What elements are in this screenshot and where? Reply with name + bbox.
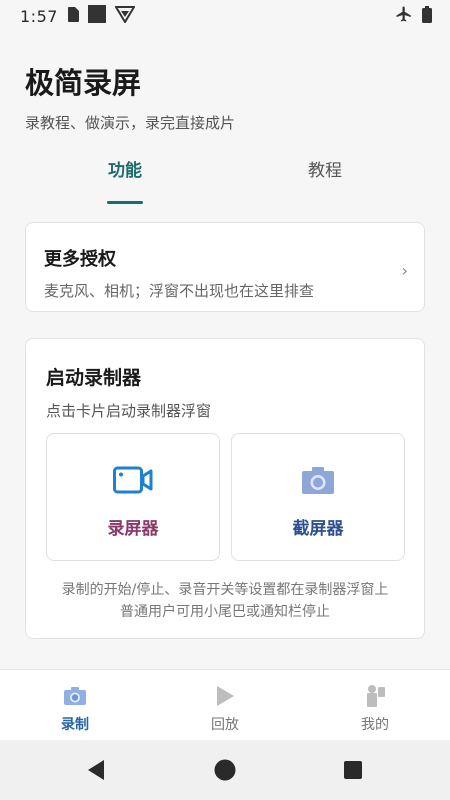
- vpn-shield-icon: [114, 5, 136, 27]
- back-icon[interactable]: [66, 740, 126, 800]
- recorder-description: 点击卡片启动录制器浮窗: [46, 402, 212, 420]
- permissions-description: 麦克风、相机；浮窗不出现也在这里排查: [44, 282, 315, 300]
- nav-profile-label: 我的: [361, 717, 389, 733]
- camera-icon: [301, 464, 335, 496]
- app-title: 极简录屏: [25, 66, 142, 100]
- sim-card-icon: [67, 6, 79, 26]
- play-icon: [215, 684, 235, 708]
- battery-icon: [422, 5, 432, 27]
- recents-icon[interactable]: [323, 740, 383, 800]
- chevron-right-icon: ›: [401, 261, 408, 280]
- camera-icon: [63, 684, 87, 708]
- video-camera-icon: [113, 464, 153, 496]
- system-nav-bar: [0, 740, 450, 800]
- tab-tutorials[interactable]: 教程: [265, 156, 385, 204]
- nav-profile[interactable]: 我的: [300, 670, 450, 741]
- nav-playback-label: 回放: [211, 717, 239, 733]
- screenshot-label: 截屏器: [292, 519, 344, 539]
- recorder-card: 启动录制器 点击卡片启动录制器浮窗 录屏器 截屏器 录制的开始/停止、录音开关等…: [25, 338, 425, 639]
- nav-record[interactable]: 录制: [0, 670, 150, 741]
- screenshot-tile[interactable]: 截屏器: [231, 433, 405, 561]
- recorder-note-line1: 录制的开始/停止、录音开关等设置都在录制器浮窗上: [61, 582, 389, 598]
- home-icon[interactable]: [195, 740, 255, 800]
- airplane-mode-icon: [395, 5, 413, 27]
- screen-recorder-tile[interactable]: 录屏器: [46, 433, 220, 561]
- tab-features-label: 功能: [108, 161, 142, 181]
- app-subtitle: 录教程、做演示，录完直接成片: [25, 114, 236, 132]
- status-left: 1:57: [20, 5, 136, 27]
- status-time: 1:57: [20, 6, 58, 26]
- tab-tutorials-label: 教程: [308, 161, 342, 181]
- notification-square-icon: [87, 5, 106, 27]
- recorder-note-line2: 普通用户可用小尾巴或通知栏停止: [120, 604, 330, 620]
- recorder-note: 录制的开始/停止、录音开关等设置都在录制器浮窗上 普通用户可用小尾巴或通知栏停止: [26, 579, 424, 623]
- permissions-title: 更多授权: [44, 249, 116, 270]
- nav-record-label: 录制: [61, 717, 89, 733]
- status-bar: 1:57: [0, 0, 450, 32]
- tab-bar: 功能 教程: [0, 156, 450, 204]
- tab-active-indicator: [107, 201, 143, 204]
- permissions-card[interactable]: 更多授权 麦克风、相机；浮窗不出现也在这里排查 ›: [25, 222, 425, 312]
- nav-playback[interactable]: 回放: [150, 670, 300, 741]
- recorder-title: 启动录制器: [46, 367, 142, 389]
- person-icon: [363, 684, 387, 708]
- header: 极简录屏 录教程、做演示，录完直接成片: [25, 60, 235, 133]
- screen-recorder-label: 录屏器: [107, 519, 159, 539]
- bottom-nav: 录制 回放 我的: [0, 669, 450, 740]
- status-right: [395, 5, 432, 27]
- tab-features[interactable]: 功能: [65, 156, 185, 204]
